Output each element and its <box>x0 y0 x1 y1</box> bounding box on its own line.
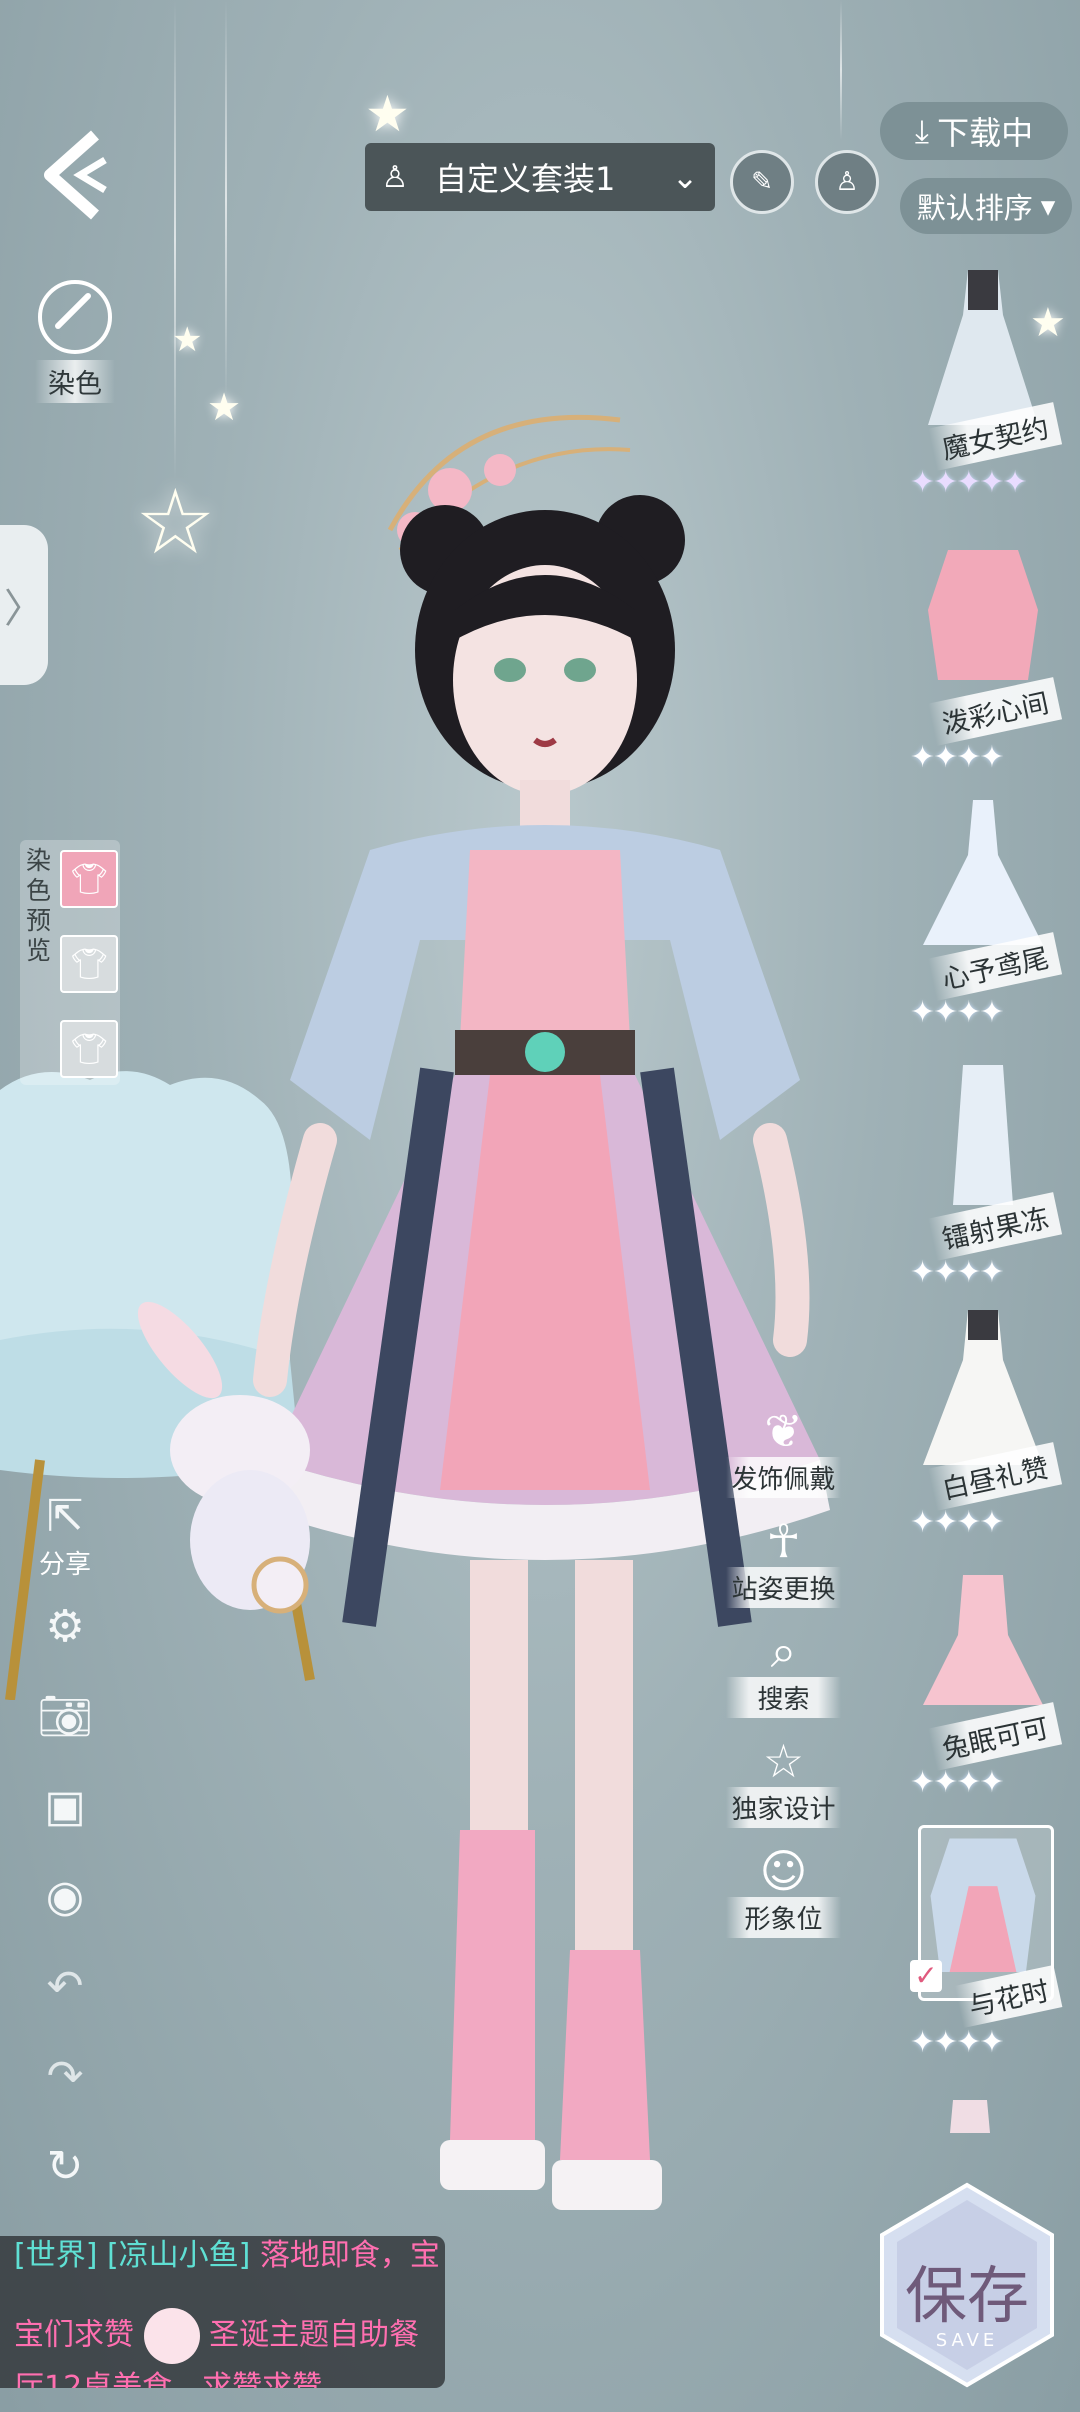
background-button[interactable]: ▣ <box>30 1780 100 1834</box>
dye-label: 染色 <box>35 360 115 403</box>
download-label: 下载中 <box>937 114 1034 152</box>
hair-ornament-label: 发饰佩戴 <box>726 1457 841 1498</box>
star-string <box>840 0 842 140</box>
undo-button[interactable]: ↶ <box>30 1960 100 2014</box>
star-ornament: ★ <box>365 85 410 143</box>
image-icon: ▣ <box>44 1781 86 1832</box>
chat-sender: [凉山小鱼] <box>106 2238 251 2273</box>
dye-swatch-pink[interactable]: 👕︎ <box>60 850 118 908</box>
chat-message: 厅12桌美食，求赞求赞 <box>14 2362 322 2388</box>
camera-icon: 📷︎ <box>37 1691 93 1742</box>
shirt-icon: 👕︎ <box>69 946 109 982</box>
back-button[interactable] <box>35 130 115 220</box>
item-card-selected[interactable]: ✓ 与花时 ✦✦✦✦ <box>900 1825 1065 2070</box>
back-arrow-icon <box>44 130 107 220</box>
star-string <box>174 0 176 480</box>
exclusive-design-button[interactable]: ☆ 独家设计 <box>726 1735 841 1828</box>
eye-icon: ◉ <box>45 1871 85 1922</box>
chevron-down-icon: ⌄ <box>671 158 699 196</box>
dye-swatch-white[interactable]: 👕︎ <box>60 935 118 993</box>
dye-button[interactable]: 染色 <box>35 280 115 403</box>
chat-text: 厅12桌美食，求赞求赞 <box>14 2370 323 2388</box>
caret-down-icon: ▾ <box>1040 189 1056 223</box>
chat-text: 圣诞主题自助餐 <box>209 2317 420 2353</box>
refresh-icon: ↻ <box>46 2141 84 2192</box>
share-icon: ⇱ <box>46 1491 84 1542</box>
camera-button[interactable]: 📷︎ <box>30 1690 100 1744</box>
search-button[interactable]: ⌕ 搜索 <box>726 1625 841 1718</box>
gear-icon: ⚙ <box>45 1601 85 1652</box>
download-button[interactable]: ⤓ 下载中 <box>880 102 1068 160</box>
chat-text: 宝们求赞 <box>14 2317 134 2353</box>
item-card[interactable]: 白昼礼赞 ✦✦✦✦ <box>900 1305 1065 1550</box>
undo-icon: ↶ <box>46 1961 84 2012</box>
chat-message: 宝们求赞 圣诞主题自助餐 <box>14 2308 419 2364</box>
rarity-stars: ✦✦✦✦ <box>910 1255 1005 1290</box>
pose-icon: ☥ <box>766 1514 801 1568</box>
item-card[interactable]: 魔女契约 ✦✦✦✦✦ <box>900 265 1065 510</box>
portrait-icon: ☺ <box>759 1844 808 1898</box>
dye-swatch-white-2[interactable]: 👕︎ <box>60 1020 118 1078</box>
share-button[interactable]: ⇱ 分享 <box>30 1490 100 1581</box>
redo-icon: ↷ <box>46 2051 84 2102</box>
sort-dropdown[interactable]: 默认排序 ▾ <box>900 178 1072 234</box>
sort-label: 默认排序 <box>916 191 1033 225</box>
palette-brush-icon <box>38 280 112 354</box>
rarity-stars: ✦✦✦✦ <box>910 1765 1005 1800</box>
portrait-slot-button[interactable]: ☺ 形象位 <box>726 1845 841 1938</box>
emoji-sticker-icon <box>143 2308 200 2364</box>
redo-button[interactable]: ↷ <box>30 2050 100 2104</box>
dress-icon: ♙ <box>835 167 859 197</box>
rename-button[interactable]: ✎ <box>730 150 794 214</box>
outfit-selector[interactable]: ♙ 自定义套装1 ⌄ <box>365 143 715 211</box>
portrait-slot-label: 形象位 <box>726 1897 841 1938</box>
chat-message: [世界] [凉山小鱼] 落地即食，宝 <box>14 2236 440 2274</box>
share-label: 分享 <box>38 1550 91 1580</box>
shirt-icon: 👕︎ <box>69 1031 109 1067</box>
download-icon: ⤓ <box>914 111 930 150</box>
hair-ornament-button[interactable]: ❦ 发饰佩戴 <box>726 1405 841 1498</box>
outfit-name: 自定义套装1 <box>435 160 616 198</box>
dye-preview-title: 染色预览 <box>26 846 52 965</box>
rarity-stars: ✦✦✦✦ <box>910 995 1005 1030</box>
checkmark-icon: ✓ <box>910 1960 942 1992</box>
pose-label: 站姿更换 <box>726 1567 841 1608</box>
star-icon: ☆ <box>762 1734 805 1788</box>
dye-preview-panel: 染色预览 👕︎ 👕︎ 👕︎ <box>20 840 120 1085</box>
rarity-stars: ✦✦✦✦✦ <box>910 465 1028 500</box>
shirt-icon: 👕︎ <box>69 861 109 897</box>
search-label: 搜索 <box>726 1677 841 1718</box>
pose-button[interactable]: ☥ 站姿更换 <box>726 1515 841 1608</box>
rarity-stars: ✦✦✦✦ <box>910 2025 1005 2060</box>
star-string <box>225 0 227 400</box>
rarity-stars: ✦✦✦✦ <box>910 740 1005 775</box>
item-card[interactable]: 镭射果冻 ✦✦✦✦ <box>900 1055 1065 1300</box>
save-label: 保存 <box>904 2259 1029 2332</box>
chevron-right-icon: 〉 <box>4 586 44 632</box>
save-button[interactable]: 保存 SAVE <box>872 2180 1062 2390</box>
star-ornament: ★ <box>172 320 203 360</box>
chat-panel[interactable]: [世界] [凉山小鱼] 落地即食，宝 宝们求赞 圣诞主题自助餐 厅12桌美食，求… <box>0 2236 445 2388</box>
item-card[interactable]: 兔眠可可 ✦✦✦✦ <box>900 1565 1065 1810</box>
hide-ui-button[interactable]: ◉ <box>30 1870 100 1924</box>
chat-text: 落地即食，宝 <box>259 2238 440 2273</box>
bunny-plush-illustration <box>120 1300 340 1620</box>
side-panel-toggle[interactable]: 〉 <box>0 525 48 685</box>
rarity-stars: ✦✦✦✦ <box>910 1505 1005 1540</box>
item-card[interactable]: 泼彩心间 ✦✦✦✦ <box>900 540 1065 785</box>
pen-icon: ✎ <box>751 167 773 197</box>
settings-button[interactable]: ⚙ <box>30 1600 100 1654</box>
item-card-partial[interactable] <box>945 2095 995 2135</box>
save-sub-label: SAVE <box>935 2330 999 2351</box>
chat-channel: [世界] <box>14 2238 98 2273</box>
outfit-detail-button[interactable]: ♙ <box>815 150 879 214</box>
item-card[interactable]: 心予鸢尾 ✦✦✦✦ <box>900 795 1065 1040</box>
dress-icon: ♙ <box>381 159 409 195</box>
exclusive-design-label: 独家设计 <box>726 1787 841 1828</box>
reset-button[interactable]: ↻ <box>30 2140 100 2194</box>
search-icon: ⌕ <box>770 1624 797 1678</box>
hair-ornament-icon: ❦ <box>764 1404 803 1458</box>
